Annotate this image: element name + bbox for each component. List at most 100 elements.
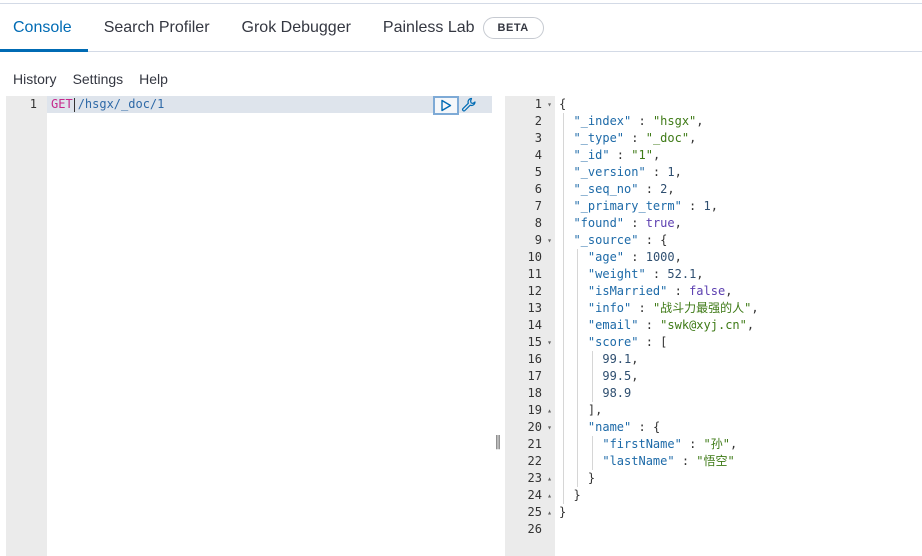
indent-guide [577,334,579,351]
response-line-text: "_seq_no" : 2, [573,182,675,196]
response-line-text: "score" : [ [587,335,668,349]
indent-guide [563,215,564,232]
fold-open-icon[interactable]: ▾ [547,96,552,113]
response-line-number-row: 7 [505,198,555,215]
line-number: 26 [527,522,542,536]
indent-guide [563,385,564,402]
response-line: 98.9 [559,385,922,402]
line-number: 25 [527,505,542,519]
fold-open-icon[interactable]: ▾ [547,334,552,351]
response-line-text: "_type" : "_doc", [573,131,697,145]
response-line-number-row: 6 [505,181,555,198]
indent-guide [563,453,564,470]
line-number: 12 [527,284,542,298]
response-line: "info" : "战斗力最强的人", [559,300,922,317]
fold-close-icon[interactable]: ▴ [547,470,552,487]
response-line-number-row: 5 [505,164,555,181]
response-line-number-row: 11 [505,266,555,283]
tab-search-profiler-label: Search Profiler [103,19,210,36]
line-number: 8 [534,216,542,230]
resize-handle-icon: ‖ [494,434,502,450]
line-number: 1 [534,97,542,111]
request-line[interactable]: GET/hsgx/_doc/1 [51,96,164,113]
text-cursor [73,97,75,112]
request-options-button[interactable] [461,97,477,113]
indent-guide [563,283,564,300]
indent-guide [563,266,564,283]
response-line-number-row: 24 ▴ [505,487,555,504]
response-line: "isMarried" : false, [559,283,922,300]
response-line: "email" : "swk@xyj.cn", [559,317,922,334]
indent-guide [563,368,564,385]
line-number: 17 [527,369,542,383]
response-line: "_primary_term" : 1, [559,198,922,215]
indent-guide [563,487,564,504]
tab-painless-lab-label: Painless Lab [382,19,475,36]
indent-guide [563,249,564,266]
fold-close-icon[interactable]: ▴ [547,402,552,419]
indent-guide [563,402,564,419]
response-line-text: 99.5, [602,369,639,383]
response-line-number-row: 10 [505,249,555,266]
line-number: 7 [534,199,542,213]
tab-search-profiler[interactable]: Search Profiler [88,5,226,51]
response-line-text: "_index" : "hsgx", [573,114,704,128]
indent-guide [577,419,579,436]
line-number: 21 [527,437,542,451]
indent-guide [563,419,564,436]
indent-guide [577,453,579,470]
response-line-number-row: 15 ▾ [505,334,555,351]
indent-guide [577,283,579,300]
response-line-text: ], [559,403,603,417]
response-line: "firstName" : "孙", [559,436,922,453]
response-line-number-row: 18 [505,385,555,402]
dev-tools-tabs: Console Search Profiler Grok Debugger Pa… [0,5,922,52]
menu-settings[interactable]: Settings [65,71,132,87]
indent-guide [577,249,579,266]
tab-console[interactable]: Console [0,5,88,52]
request-editor[interactable]: 1 GET/hsgx/_doc/1 [0,96,492,556]
fold-open-icon[interactable]: ▾ [547,232,552,249]
indent-guide [563,470,564,487]
indent-guide [577,317,579,334]
play-icon [441,99,452,112]
line-number: 15 [527,335,542,349]
response-line: "_id" : "1", [559,147,922,164]
fold-open-icon[interactable]: ▾ [547,419,552,436]
line-number: 6 [534,182,542,196]
response-line-text: 98.9 [602,386,632,400]
response-line: "_seq_no" : 2, [559,181,922,198]
line-number: 14 [527,318,542,332]
response-line [559,521,922,538]
line-number: 3 [534,131,542,145]
response-line-text: "info" : "战斗力最强的人", [587,301,759,315]
indent-guide [577,266,579,283]
request-line-number: 1 [29,97,37,111]
indent-guide [563,130,564,147]
menu-help[interactable]: Help [131,71,176,87]
indent-guide [591,385,593,402]
line-number: 22 [527,454,542,468]
response-viewer: 1 ▾ 2 3 4 5 6 7 8 9 ▾ 10 11 12 13 14 15 ▾ 16 17 18 19 ▴ 20 ▾ 21 22… [505,96,922,556]
response-line-number-row: 4 [505,147,555,164]
fold-close-icon[interactable]: ▴ [547,487,552,504]
line-number: 10 [527,250,542,264]
line-number: 13 [527,301,542,315]
indent-guide [563,232,564,249]
indent-guide [591,453,593,470]
indent-guide [577,351,579,368]
response-line: { [559,96,922,113]
request-gutter: 1 [6,96,47,556]
tab-grok-debugger[interactable]: Grok Debugger [226,5,367,51]
tab-painless-lab[interactable]: Painless Lab BETA [367,5,560,51]
response-line-number-row: 20 ▾ [505,419,555,436]
panel-resizer[interactable]: ‖ [494,430,502,454]
menu-history[interactable]: History [0,71,65,87]
fold-close-icon[interactable]: ▴ [547,504,552,521]
response-line-number-row: 22 [505,453,555,470]
indent-guide [563,317,564,334]
line-number: 24 [527,488,542,502]
response-line: "_version" : 1, [559,164,922,181]
response-line-text: "_version" : 1, [573,165,682,179]
send-request-button[interactable] [433,96,459,115]
